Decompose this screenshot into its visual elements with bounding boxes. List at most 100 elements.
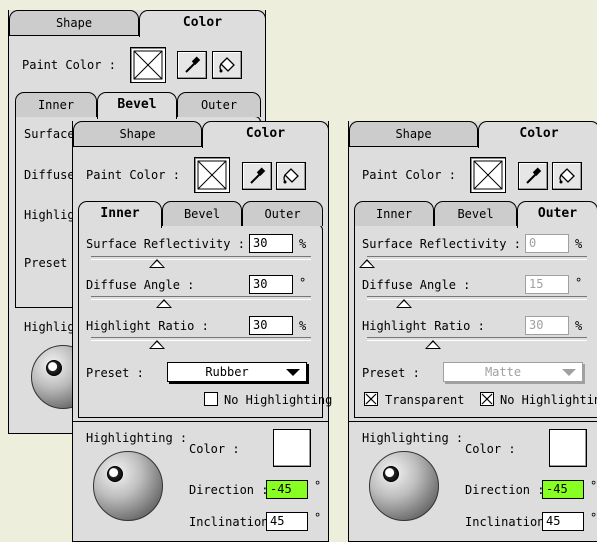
right-diffuse-slider[interactable] — [367, 296, 587, 308]
slider-thumb[interactable] — [425, 340, 441, 349]
back-tab-color[interactable]: Color — [139, 10, 266, 37]
slider-thumb[interactable] — [149, 259, 165, 268]
back-paint-bucket-button[interactable] — [212, 51, 242, 79]
middle-highlight-color-swatch[interactable] — [273, 429, 311, 467]
eyedropper-icon — [250, 167, 266, 184]
middle-highlighting-label: Highlighting : — [86, 431, 188, 445]
back-paint-color-label: Paint Color : — [22, 58, 116, 72]
slider-thumb[interactable] — [396, 299, 413, 308]
middle-paint-bucket-button[interactable] — [276, 162, 306, 190]
paint-bucket-icon — [219, 57, 235, 73]
back-paint-swatch[interactable] — [130, 47, 166, 83]
middle-light-sphere[interactable] — [93, 451, 163, 521]
middle-surface-slider[interactable] — [91, 256, 311, 268]
right-diffuse-input[interactable]: 15 — [525, 275, 569, 294]
right-light-knob[interactable] — [383, 466, 399, 482]
chevron-down-icon — [286, 369, 300, 376]
middle-no-highlighting-checkbox[interactable] — [204, 392, 218, 406]
right-inclination-unit: ° — [590, 511, 597, 525]
slider-thumb[interactable] — [359, 259, 375, 268]
right-highlight-input[interactable]: 30 — [525, 316, 569, 335]
middle-no-highlighting-label: No Highlighting — [224, 393, 333, 407]
middle-paint-swatch[interactable] — [194, 157, 230, 193]
right-direction-label: Direction : — [465, 483, 545, 497]
slider-thumb[interactable] — [149, 340, 165, 349]
right-subtab-bevel[interactable]: Bevel — [434, 201, 517, 226]
middle-preset-label: Preset : — [86, 366, 144, 380]
right-paint-color-label: Paint Color : — [362, 168, 456, 182]
middle-tab-row: Shape Color — [73, 121, 329, 148]
right-no-highlighting-checkbox[interactable] — [480, 392, 494, 406]
right-highlight-label: Highlight Ratio : — [362, 319, 485, 333]
back-subtab-bevel[interactable]: Bevel — [97, 92, 177, 119]
middle-diffuse-unit: ° — [299, 276, 307, 290]
middle-direction-input[interactable]: -45 — [266, 480, 308, 499]
middle-direction-label: Direction : — [189, 483, 269, 497]
middle-tab-shape[interactable]: Shape — [73, 121, 202, 146]
middle-subtab-inner[interactable]: Inner — [78, 201, 162, 228]
middle-tab-color[interactable]: Color — [202, 121, 329, 148]
middle-light-knob[interactable] — [107, 466, 123, 482]
check-x-icon — [365, 393, 377, 405]
back-row-preset: Preset — [24, 256, 68, 270]
middle-highlight-input[interactable]: 30 — [249, 316, 293, 335]
slider-track — [367, 337, 587, 341]
paint-bucket-icon — [559, 168, 575, 184]
right-paint-swatch[interactable] — [470, 157, 506, 193]
middle-surface-label: Surface Reflectivity : — [86, 237, 245, 251]
middle-diffuse-input[interactable]: 30 — [249, 275, 293, 294]
middle-subtab-outer[interactable]: Outer — [242, 201, 323, 226]
right-transparent-checkbox[interactable] — [364, 392, 378, 406]
back-tab-shape[interactable]: Shape — [9, 10, 139, 35]
right-preset-select[interactable]: Matte — [443, 362, 583, 382]
middle-highlight-label: Highlight Ratio : — [86, 319, 209, 333]
right-highlight-color-swatch[interactable] — [549, 429, 587, 467]
middle-inclination-input[interactable]: 45 — [266, 512, 308, 531]
middle-color-panel: Shape Color Paint Color : Inner Bevel Ou… — [72, 121, 333, 542]
right-separator — [349, 421, 597, 422]
middle-preset-select[interactable]: Rubber — [167, 362, 307, 382]
right-inclination-input[interactable]: 45 — [542, 512, 584, 531]
right-paint-bucket-button[interactable] — [552, 162, 582, 190]
right-surface-unit: % — [575, 237, 583, 251]
right-transparent-label: Transparent — [385, 393, 465, 407]
no-fill-icon — [473, 160, 503, 190]
back-subtab-outer[interactable]: Outer — [177, 92, 261, 117]
right-direction-input[interactable]: -45 — [542, 480, 584, 499]
right-subtab-outer[interactable]: Outer — [517, 201, 597, 228]
back-row-surface: Surface — [24, 127, 75, 141]
right-preset-label: Preset : — [362, 366, 420, 380]
slider-track — [91, 296, 311, 300]
right-subtab-inner[interactable]: Inner — [354, 201, 434, 226]
slider-track — [91, 337, 311, 341]
right-surface-input[interactable]: 0 — [525, 234, 569, 253]
back-eyedropper-button[interactable] — [177, 51, 207, 79]
middle-highlight-slider[interactable] — [91, 337, 311, 349]
right-direction-unit: ° — [590, 479, 597, 493]
right-surface-label: Surface Reflectivity : — [362, 237, 521, 251]
middle-diffuse-slider[interactable] — [91, 296, 311, 308]
right-surface-slider[interactable] — [359, 256, 587, 268]
middle-subtab-bevel[interactable]: Bevel — [162, 201, 242, 226]
right-highlighting-label: Highlighting : — [362, 431, 464, 445]
back-light-knob[interactable] — [46, 360, 62, 376]
middle-eyedropper-button[interactable] — [242, 162, 272, 190]
middle-surface-input[interactable]: 30 — [249, 234, 293, 253]
right-tab-color[interactable]: Color — [478, 121, 597, 148]
no-fill-icon — [133, 50, 163, 80]
paint-bucket-icon — [283, 168, 299, 184]
right-eyedropper-button[interactable] — [518, 162, 548, 190]
right-no-highlighting-label: No Highlighting — [500, 393, 597, 407]
right-color-label: Color : — [465, 442, 516, 456]
right-preset-value: Matte — [484, 365, 522, 379]
middle-tab-line — [73, 146, 202, 147]
middle-highlight-unit: % — [299, 319, 307, 333]
right-highlight-slider[interactable] — [367, 337, 587, 349]
right-light-sphere[interactable] — [369, 451, 439, 521]
right-highlight-unit: % — [575, 319, 583, 333]
no-fill-icon — [197, 160, 227, 190]
slider-thumb[interactable] — [155, 299, 172, 308]
middle-separator — [73, 421, 328, 422]
right-tab-shape[interactable]: Shape — [349, 121, 478, 146]
back-subtab-inner[interactable]: Inner — [15, 92, 97, 117]
